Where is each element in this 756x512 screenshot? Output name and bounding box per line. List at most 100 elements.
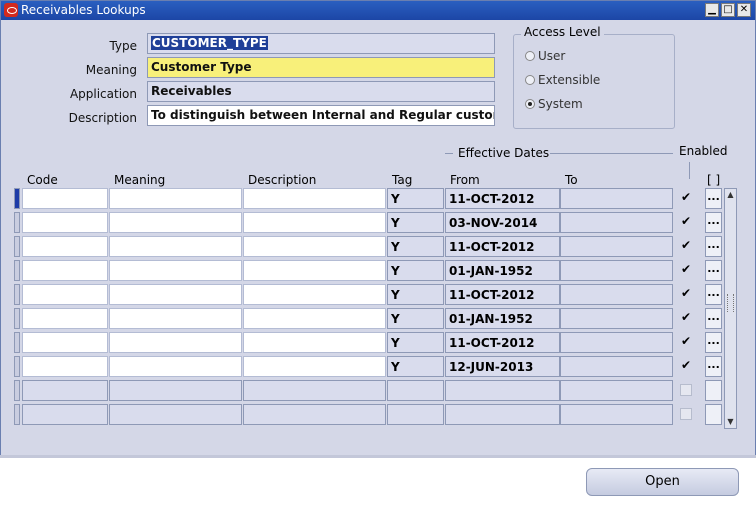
cell-from[interactable]: 12-JUN-2013 — [445, 356, 560, 377]
cell-description[interactable] — [243, 332, 386, 353]
cell-code[interactable] — [22, 260, 108, 281]
row-indicator[interactable] — [14, 308, 20, 329]
radio-extensible[interactable]: Extensible — [525, 73, 600, 87]
scroll-up-icon[interactable]: ▲ — [725, 189, 736, 201]
row-indicator[interactable] — [14, 284, 20, 305]
enabled-checkbox-checked[interactable]: ✔ — [680, 239, 692, 252]
cell-tag[interactable] — [387, 404, 444, 425]
cell-description[interactable] — [243, 212, 386, 233]
cell-description[interactable] — [243, 356, 386, 377]
flexfield-button[interactable]: ... — [705, 308, 722, 329]
application-field[interactable]: Receivables — [147, 81, 495, 102]
enabled-checkbox-checked[interactable]: ✔ — [680, 263, 692, 276]
maximize-icon[interactable]: □ — [721, 3, 735, 17]
enabled-checkbox-checked[interactable]: ✔ — [680, 287, 692, 300]
flexfield-button[interactable]: ... — [705, 188, 722, 209]
cell-code[interactable] — [22, 332, 108, 353]
cell-meaning[interactable] — [109, 332, 242, 353]
enabled-checkbox[interactable] — [680, 384, 692, 396]
cell-description[interactable] — [243, 284, 386, 305]
cell-to[interactable] — [560, 236, 673, 257]
cell-tag[interactable]: Y — [387, 236, 444, 257]
cell-code[interactable] — [22, 404, 108, 425]
cell-description[interactable] — [243, 404, 386, 425]
cell-meaning[interactable] — [109, 188, 242, 209]
grid-scrollbar[interactable]: ▲ ▼ — [724, 188, 737, 429]
scroll-down-icon[interactable]: ▼ — [725, 416, 736, 428]
cell-tag[interactable]: Y — [387, 308, 444, 329]
cell-description[interactable] — [243, 380, 386, 401]
type-field[interactable]: CUSTOMER_TYPE — [147, 33, 495, 54]
meaning-field[interactable]: Customer Type — [147, 57, 495, 78]
cell-description[interactable] — [243, 188, 386, 209]
cell-from[interactable]: 11-OCT-2012 — [445, 236, 560, 257]
flexfield-button[interactable]: ... — [705, 356, 722, 377]
cell-meaning[interactable] — [109, 380, 242, 401]
row-indicator[interactable] — [14, 380, 20, 401]
scroll-grip[interactable] — [727, 294, 734, 312]
enabled-checkbox-checked[interactable]: ✔ — [680, 311, 692, 324]
cell-from[interactable] — [445, 380, 560, 401]
cell-to[interactable] — [560, 308, 673, 329]
radio-system[interactable]: System — [525, 97, 583, 111]
cell-description[interactable] — [243, 308, 386, 329]
cell-meaning[interactable] — [109, 308, 242, 329]
cell-code[interactable] — [22, 380, 108, 401]
flexfield-button[interactable] — [705, 380, 722, 401]
cell-meaning[interactable] — [109, 404, 242, 425]
flexfield-button[interactable]: ... — [705, 260, 722, 281]
flexfield-button[interactable]: ... — [705, 284, 722, 305]
cell-tag[interactable]: Y — [387, 356, 444, 377]
enabled-checkbox-checked[interactable]: ✔ — [680, 191, 692, 204]
row-indicator[interactable] — [14, 236, 20, 257]
flexfield-button[interactable] — [705, 404, 722, 425]
cell-to[interactable] — [560, 332, 673, 353]
cell-from[interactable]: 11-OCT-2012 — [445, 284, 560, 305]
cell-meaning[interactable] — [109, 284, 242, 305]
cell-meaning[interactable] — [109, 212, 242, 233]
minimize-icon[interactable]: ▁ — [705, 3, 719, 17]
cell-from[interactable]: 01-JAN-1952 — [445, 308, 560, 329]
cell-to[interactable] — [560, 188, 673, 209]
cell-code[interactable] — [22, 188, 108, 209]
row-indicator[interactable] — [14, 260, 20, 281]
cell-code[interactable] — [22, 284, 108, 305]
radio-user[interactable]: User — [525, 49, 565, 63]
cell-from[interactable] — [445, 404, 560, 425]
open-button[interactable]: Open — [586, 468, 739, 496]
cell-from[interactable]: 01-JAN-1952 — [445, 260, 560, 281]
cell-code[interactable] — [22, 308, 108, 329]
cell-tag[interactable]: Y — [387, 260, 444, 281]
close-icon[interactable]: ✕ — [737, 3, 751, 17]
row-indicator[interactable] — [14, 356, 20, 377]
cell-to[interactable] — [560, 404, 673, 425]
enabled-checkbox[interactable] — [680, 408, 692, 420]
cell-description[interactable] — [243, 236, 386, 257]
cell-from[interactable]: 03-NOV-2014 — [445, 212, 560, 233]
enabled-checkbox-checked[interactable]: ✔ — [680, 335, 692, 348]
cell-from[interactable]: 11-OCT-2012 — [445, 188, 560, 209]
flexfield-button[interactable]: ... — [705, 332, 722, 353]
cell-meaning[interactable] — [109, 260, 242, 281]
cell-tag[interactable]: Y — [387, 212, 444, 233]
cell-code[interactable] — [22, 356, 108, 377]
cell-tag[interactable]: Y — [387, 332, 444, 353]
cell-from[interactable]: 11-OCT-2012 — [445, 332, 560, 353]
description-field[interactable]: To distinguish between Internal and Regu… — [147, 105, 495, 126]
cell-meaning[interactable] — [109, 236, 242, 257]
title-bar[interactable]: Receivables Lookups ▁ □ ✕ — [1, 1, 755, 20]
row-indicator[interactable] — [14, 404, 20, 425]
cell-to[interactable] — [560, 380, 673, 401]
row-indicator[interactable] — [14, 332, 20, 353]
cell-description[interactable] — [243, 260, 386, 281]
cell-code[interactable] — [22, 236, 108, 257]
flexfield-button[interactable]: ... — [705, 236, 722, 257]
cell-tag[interactable] — [387, 380, 444, 401]
cell-tag[interactable]: Y — [387, 188, 444, 209]
cell-to[interactable] — [560, 356, 673, 377]
flexfield-button[interactable]: ... — [705, 212, 722, 233]
cell-to[interactable] — [560, 212, 673, 233]
enabled-checkbox-checked[interactable]: ✔ — [680, 359, 692, 372]
cell-meaning[interactable] — [109, 356, 242, 377]
cell-to[interactable] — [560, 260, 673, 281]
